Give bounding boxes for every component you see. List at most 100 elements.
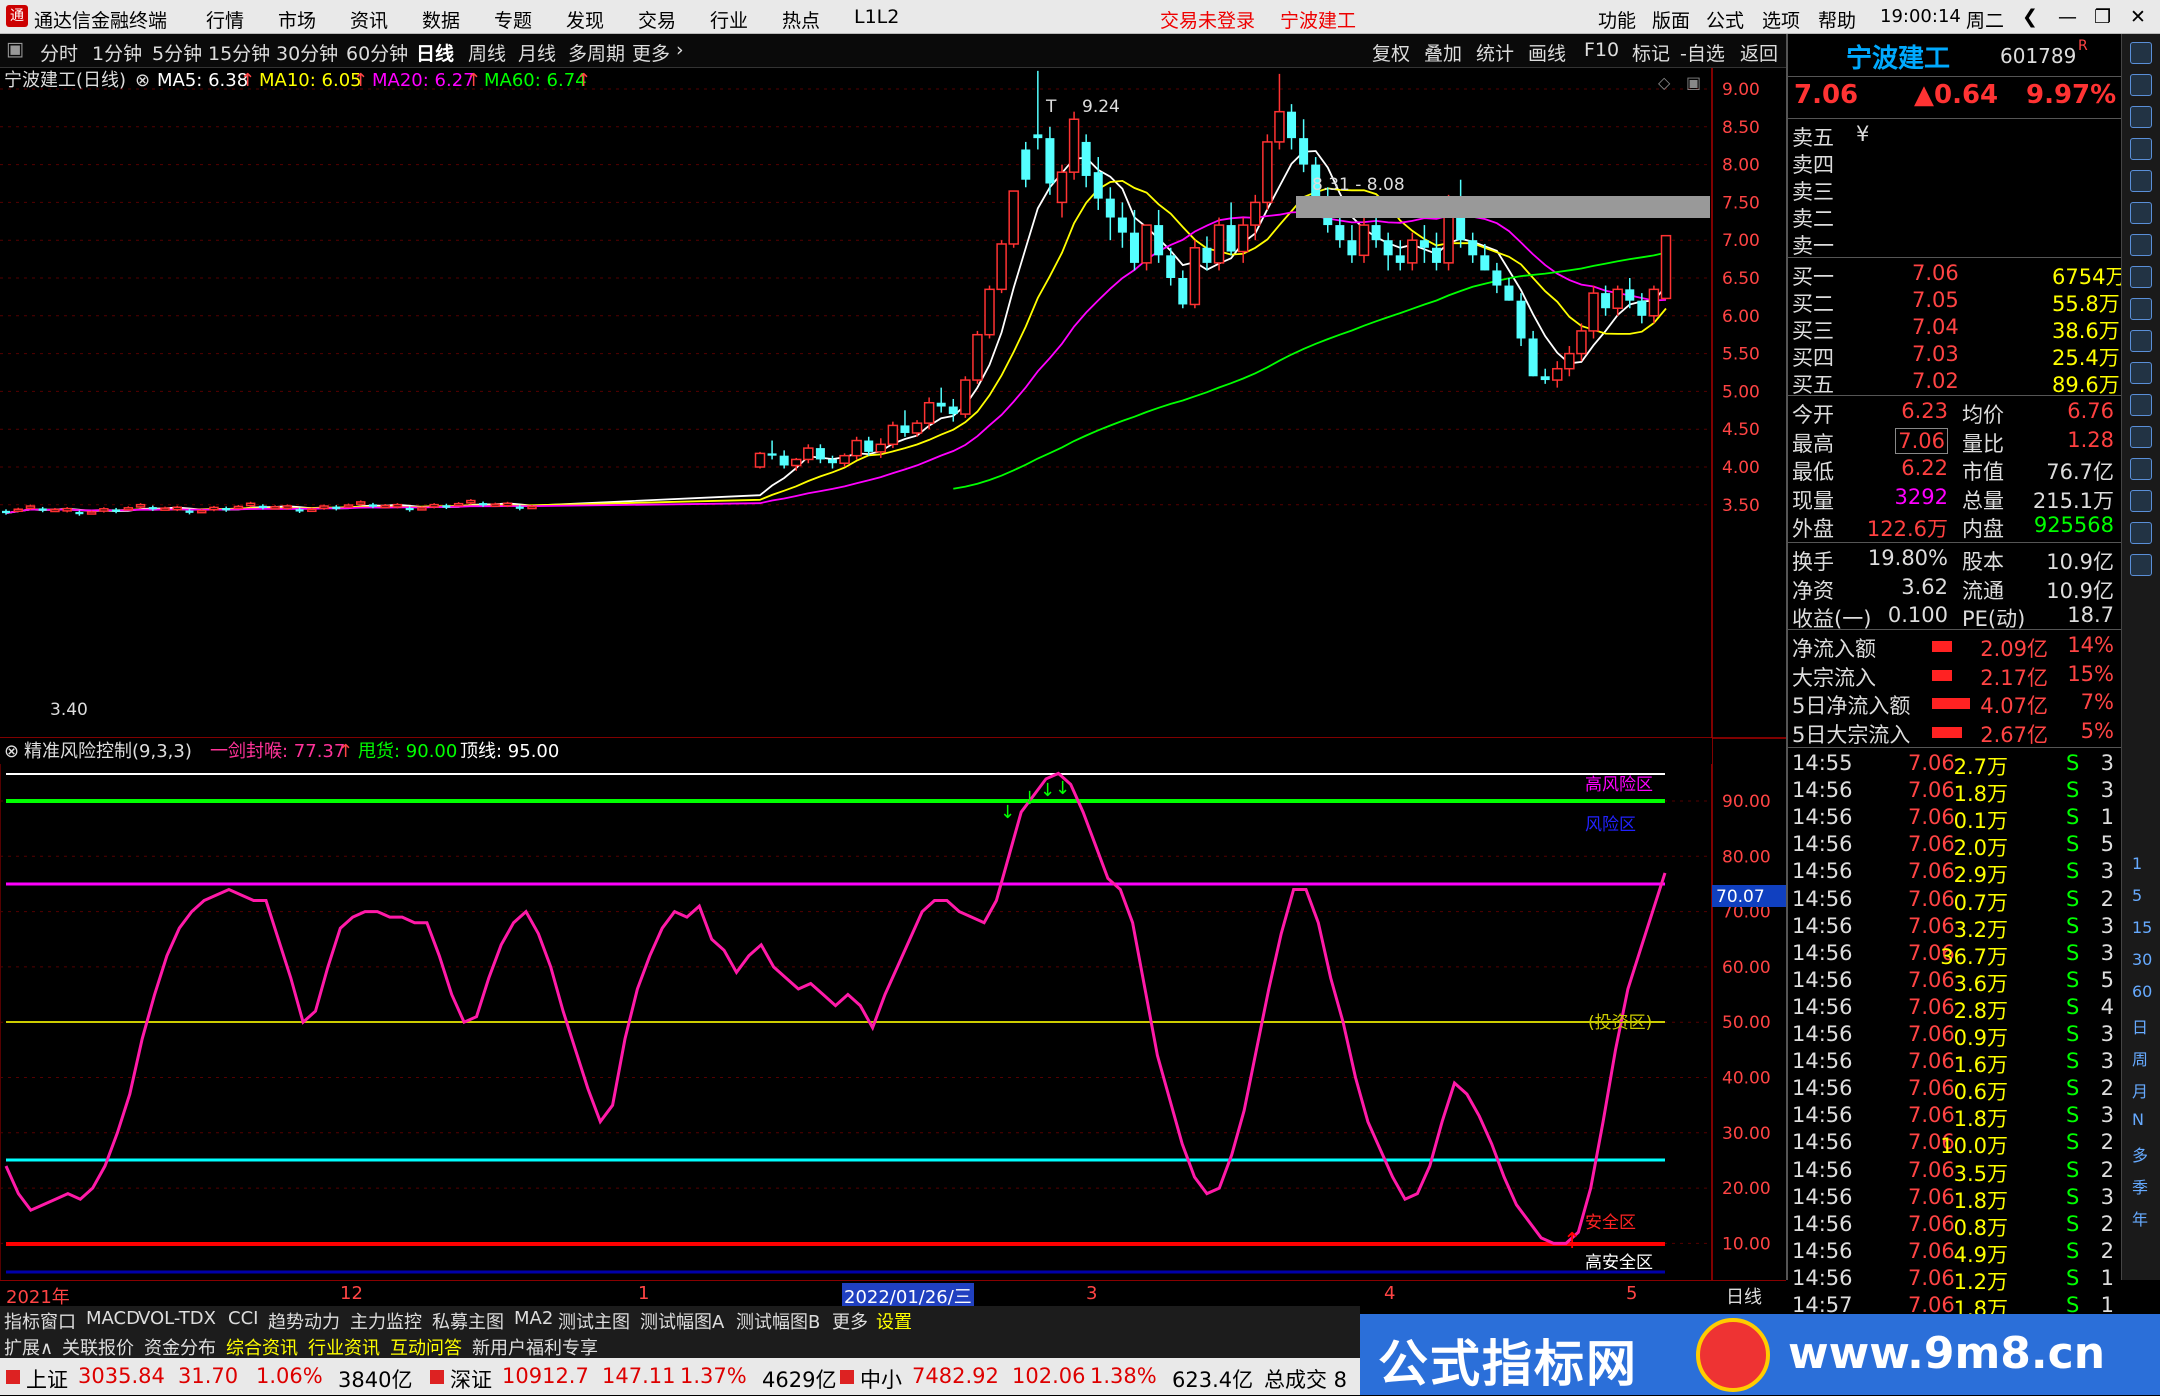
target-icon[interactable]: [2130, 490, 2152, 512]
list-icon[interactable]: [2130, 298, 2152, 320]
info-tab[interactable]: 新用户福利专享: [472, 1334, 598, 1360]
indicator-tab[interactable]: 私募主图: [432, 1308, 504, 1334]
menu-item-shichang[interactable]: 市场: [278, 6, 316, 33]
index-name[interactable]: 深证: [450, 1364, 492, 1394]
tick-side: S: [2066, 805, 2080, 830]
indicator-tab[interactable]: VOL-TDX: [138, 1308, 216, 1329]
period-tab-multi[interactable]: 多周期: [568, 39, 625, 66]
indicator-tab[interactable]: 测试幅图A: [640, 1308, 724, 1334]
kline-chart[interactable]: 9.00 8.50 8.00 7.50 7.00 6.50 6.00 5.50 5.00 4.50…: [0, 68, 1786, 1280]
menu-item-discover[interactable]: 发现: [566, 6, 604, 33]
menu-item-industry[interactable]: 行业: [710, 6, 748, 33]
indicator-tab[interactable]: 测试主图: [558, 1308, 630, 1334]
chart-icon[interactable]: [2130, 170, 2152, 192]
info-tab[interactable]: 综合资讯: [226, 1334, 298, 1360]
indicator-tab[interactable]: 指标: [4, 1308, 40, 1334]
arrow-up-icon[interactable]: [2130, 42, 2152, 64]
side-period-10[interactable]: 季: [2132, 1174, 2148, 1198]
indicator-tab[interactable]: 设置: [876, 1308, 912, 1334]
period-tab-more[interactable]: 更多: [632, 39, 670, 66]
btn-adjust[interactable]: 复权: [1372, 39, 1410, 66]
indicator-tab[interactable]: 主力监控: [350, 1308, 422, 1334]
indicator-tab[interactable]: 窗口: [40, 1308, 76, 1334]
period-tab-monthly[interactable]: 月线: [518, 39, 556, 66]
table-icon[interactable]: [2130, 138, 2152, 160]
side-period-4[interactable]: 60: [2132, 982, 2152, 1001]
back-nav-icon[interactable]: ❮: [2022, 6, 2038, 28]
side-period-1[interactable]: 5: [2132, 886, 2142, 905]
side-period-2[interactable]: 15: [2132, 918, 2152, 937]
indicator-tab[interactable]: 趋势动力: [268, 1308, 340, 1334]
panel-toggle-icon[interactable]: ▣: [6, 38, 24, 60]
indicator-tab[interactable]: MA2: [514, 1308, 553, 1329]
btn-f10[interactable]: F10: [1584, 39, 1619, 61]
menu-function[interactable]: 功能: [1598, 6, 1636, 33]
menu-formula[interactable]: 公式: [1706, 6, 1744, 33]
pen-icon[interactable]: [2130, 522, 2152, 544]
side-period-11[interactable]: 年: [2132, 1206, 2148, 1230]
book-icon[interactable]: [2130, 106, 2152, 128]
info-tab[interactable]: 互动问答: [390, 1334, 462, 1360]
btn-mark[interactable]: 标记: [1632, 39, 1670, 66]
info-tab[interactable]: 扩展∧: [4, 1334, 53, 1360]
period-tab-daily[interactable]: 日线: [416, 39, 454, 66]
period-tab-15min[interactable]: 15分钟: [208, 39, 270, 66]
indicator-tab[interactable]: 测试幅图B: [736, 1308, 820, 1334]
arrow-down-icon[interactable]: [2130, 74, 2152, 96]
chevron-right-icon[interactable]: ›: [676, 39, 684, 61]
index-name[interactable]: 上证: [26, 1364, 68, 1394]
side-period-7[interactable]: 月: [2132, 1078, 2148, 1102]
btn-remove-fav[interactable]: -自选: [1680, 39, 1725, 66]
menu-layout[interactable]: 版面: [1652, 6, 1690, 33]
indicator-tab[interactable]: CCI: [228, 1308, 258, 1329]
info-tab[interactable]: 关联报价: [62, 1334, 134, 1360]
restore-icon[interactable]: ❐: [2094, 6, 2111, 28]
side-period-9[interactable]: 多: [2132, 1142, 2148, 1166]
btn-stats[interactable]: 统计: [1476, 39, 1514, 66]
rsi-icon[interactable]: [2130, 426, 2152, 448]
period-tab-timeshare[interactable]: 分时: [40, 39, 78, 66]
side-period-5[interactable]: 日: [2132, 1014, 2148, 1038]
chart-line-icon[interactable]: [2130, 202, 2152, 224]
info-tab[interactable]: 资金分布: [144, 1334, 216, 1360]
btn-overlay[interactable]: 叠加: [1424, 39, 1462, 66]
menu-item-data[interactable]: 数据: [422, 6, 460, 33]
side-period-8[interactable]: N: [2132, 1110, 2144, 1129]
menu-item-hot[interactable]: 热点: [782, 6, 820, 33]
period-tab-1min[interactable]: 1分钟: [92, 39, 142, 66]
index-name[interactable]: 中小: [860, 1364, 902, 1394]
diamond-icon[interactable]: ◇: [1658, 73, 1671, 92]
period-tab-5min[interactable]: 5分钟: [152, 39, 202, 66]
period-tab-weekly[interactable]: 周线: [468, 39, 506, 66]
menu-help[interactable]: 帮助: [1818, 6, 1856, 33]
link-icon[interactable]: [2130, 394, 2152, 416]
minimize-icon[interactable]: —: [2058, 6, 2077, 28]
menu-item-news[interactable]: 资讯: [350, 6, 388, 33]
side-period-6[interactable]: 周: [2132, 1046, 2148, 1070]
clock-icon[interactable]: [2130, 362, 2152, 384]
period-tab-30min[interactable]: 30分钟: [276, 39, 338, 66]
circle-icon[interactable]: [2130, 458, 2152, 480]
menu-options[interactable]: 选项: [1762, 6, 1800, 33]
indicator-toggle-icon[interactable]: ⊗: [4, 741, 19, 762]
menu-item-l1l2[interactable]: L1L2: [854, 6, 899, 28]
btn-back[interactable]: 返回: [1740, 39, 1778, 66]
btn-draw[interactable]: 画线: [1528, 39, 1566, 66]
side-period-0[interactable]: 1: [2132, 854, 2142, 873]
grid-icon[interactable]: [2130, 234, 2152, 256]
menu-item-market[interactable]: 行情: [206, 6, 244, 33]
trade-status[interactable]: 交易未登录: [1160, 6, 1255, 33]
period-tab-60min[interactable]: 60分钟: [346, 39, 408, 66]
side-period-3[interactable]: 30: [2132, 950, 2152, 969]
fs-icon[interactable]: [2130, 554, 2152, 576]
ma-toggle-icon[interactable]: ⊗: [135, 70, 150, 91]
f2-icon[interactable]: [2130, 330, 2152, 352]
f10-icon[interactable]: [2130, 266, 2152, 288]
indicator-tab[interactable]: MACD: [86, 1308, 140, 1329]
info-tab[interactable]: 行业资讯: [308, 1334, 380, 1360]
indicator-tab[interactable]: 更多: [832, 1308, 868, 1334]
window-toggle-icon[interactable]: ▣: [1686, 73, 1701, 92]
menu-item-trade[interactable]: 交易: [638, 6, 676, 33]
close-icon[interactable]: ✕: [2130, 6, 2146, 28]
menu-item-topic[interactable]: 专题: [494, 6, 532, 33]
